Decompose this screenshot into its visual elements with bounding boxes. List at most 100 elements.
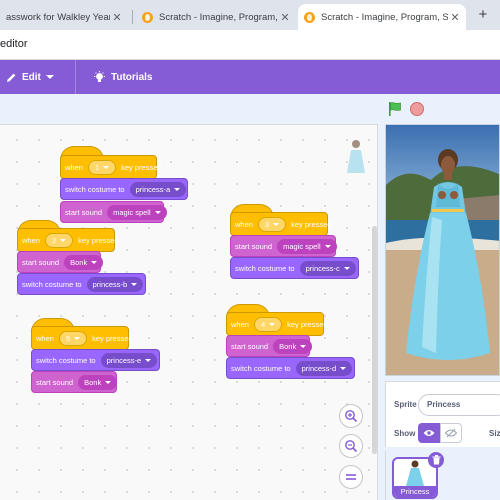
stage-canvas[interactable]: [385, 124, 500, 376]
sprite-card-name: Princess: [394, 486, 436, 497]
start-sound-block[interactable]: start sound magic spell: [60, 201, 167, 223]
when-key-pressed-block[interactable]: when 5 key pressed: [31, 326, 133, 350]
code-area-scrollbar[interactable]: [372, 226, 377, 454]
browser-tab-3-active[interactable]: Scratch - Imagine, Program, Sh ✕: [298, 4, 466, 30]
when-key-pressed-block[interactable]: when 1 key pressed: [60, 155, 162, 179]
trash-icon: [432, 455, 440, 465]
stage-header: [0, 94, 500, 124]
switch-costume-block[interactable]: switch costume to princess-b: [17, 273, 146, 295]
when-key-pressed-block[interactable]: when 2 key pressed: [17, 228, 119, 252]
sound-dropdown[interactable]: Bonk: [78, 374, 118, 390]
block-label: start sound: [231, 341, 269, 351]
sound-dropdown[interactable]: magic spell: [107, 204, 167, 220]
switch-costume-block[interactable]: switch costume to princess-d: [226, 357, 355, 379]
sprite-label: Sprite: [394, 400, 417, 409]
costume-dropdown[interactable]: princess-d: [295, 360, 353, 376]
key-dropdown[interactable]: 2: [44, 232, 74, 248]
tutorials-menu-label: Tutorials: [111, 71, 153, 83]
when-key-pressed-block[interactable]: when 4 key pressed: [226, 312, 328, 336]
dropdown-caret-icon: [343, 266, 350, 270]
close-tab-icon[interactable]: ✕: [110, 11, 124, 24]
key-dropdown[interactable]: 3: [257, 216, 287, 232]
green-flag-icon[interactable]: [387, 101, 403, 117]
dropdown-caret-icon: [131, 282, 138, 286]
delete-sprite-button[interactable]: [428, 452, 444, 468]
block-label: key pressed: [92, 333, 133, 343]
dropdown-caret-icon: [174, 187, 181, 191]
key-value: 5: [65, 333, 71, 343]
sprite-name-input[interactable]: Princess: [418, 394, 500, 416]
block-label: start sound: [22, 257, 60, 267]
start-sound-block[interactable]: start sound Bonk: [226, 335, 313, 357]
block-label: switch costume to: [235, 263, 295, 273]
costume-dropdown[interactable]: princess-c: [299, 260, 356, 276]
costume-dropdown[interactable]: princess-b: [86, 276, 144, 292]
lightbulb-icon: [94, 70, 105, 82]
dropdown-caret-icon: [91, 260, 98, 264]
key-value: 2: [51, 235, 57, 245]
chevron-down-icon: [45, 75, 54, 79]
start-sound-block[interactable]: start sound magic spell: [230, 235, 337, 257]
key-dropdown[interactable]: 1: [87, 159, 117, 175]
costume-dropdown[interactable]: princess-e: [100, 352, 158, 368]
browser-tab-2[interactable]: Scratch - Imagine, Program, Sh ✕: [136, 4, 296, 30]
zoom-out-icon: [345, 440, 358, 453]
edit-menu[interactable]: Edit: [6, 60, 54, 94]
dropdown-caret-icon: [154, 210, 161, 214]
menu-divider: [75, 60, 76, 94]
costume-dropdown[interactable]: princess-a: [129, 181, 187, 197]
dropdown-caret-icon: [60, 238, 67, 242]
dropdown-caret-icon: [103, 165, 110, 169]
sound-value: Bonk: [70, 257, 88, 267]
switch-costume-block[interactable]: switch costume to princess-c: [230, 257, 359, 279]
zoom-in-button[interactable]: [339, 404, 363, 428]
stop-icon[interactable]: [410, 102, 424, 116]
block-label: switch costume to: [36, 355, 96, 365]
show-label: Show: [394, 429, 416, 438]
costume-value: princess-c: [305, 263, 340, 273]
scratch-menu-bar: Edit Tutorials: [0, 60, 500, 94]
sound-dropdown[interactable]: Bonk: [273, 338, 313, 354]
start-sound-block[interactable]: start sound Bonk: [31, 371, 118, 393]
new-tab-icon[interactable]: +: [474, 6, 492, 24]
block-label: key pressed: [78, 235, 119, 245]
sound-dropdown[interactable]: Bonk: [64, 254, 104, 270]
when-key-pressed-block[interactable]: when 3 key pressed: [230, 212, 332, 236]
address-bar[interactable]: editor: [0, 30, 500, 60]
sound-dropdown[interactable]: magic spell: [277, 238, 337, 254]
stage-backdrop-beach: [386, 125, 499, 375]
pencil-icon: [7, 73, 16, 82]
equals-icon: [346, 474, 356, 480]
block-label: key pressed: [291, 219, 332, 229]
block-label: start sound: [36, 377, 74, 387]
block-label: when: [22, 235, 40, 245]
key-dropdown[interactable]: 4: [253, 316, 283, 332]
hide-sprite-button[interactable]: [440, 423, 462, 443]
scratch-favicon-icon: [142, 11, 153, 23]
dropdown-caret-icon: [145, 358, 152, 362]
dropdown-caret-icon: [324, 244, 331, 248]
zoom-reset-button[interactable]: [339, 465, 363, 489]
dropdown-caret-icon: [340, 366, 347, 370]
edit-menu-label: Edit: [22, 71, 41, 83]
sprite-info-pane: Sprite Princess Show Siz: [385, 381, 500, 447]
costume-value: princess-b: [92, 279, 128, 289]
switch-costume-block[interactable]: switch costume to princess-e: [31, 349, 160, 371]
zoom-out-button[interactable]: [339, 434, 363, 458]
browser-tab-strip: asswork for Walkley Year 3 (2 ✕ Scratch …: [0, 0, 500, 30]
start-sound-block[interactable]: start sound Bonk: [17, 251, 104, 273]
key-dropdown[interactable]: 5: [58, 330, 88, 346]
close-tab-icon[interactable]: ✕: [448, 11, 462, 24]
block-label: key pressed: [287, 319, 328, 329]
show-sprite-button[interactable]: [418, 423, 440, 443]
tab-title: Scratch - Imagine, Program, Sh: [159, 11, 278, 23]
block-label: when: [235, 219, 253, 229]
size-label: Siz: [489, 429, 500, 438]
close-tab-icon[interactable]: ✕: [278, 11, 292, 24]
dropdown-caret-icon: [273, 222, 280, 226]
key-value: 1: [94, 162, 100, 172]
switch-costume-block[interactable]: switch costume to princess-a: [60, 178, 188, 200]
dropdown-caret-icon: [300, 344, 307, 348]
browser-tab-1[interactable]: asswork for Walkley Year 3 (2 ✕: [0, 4, 128, 30]
tutorials-menu[interactable]: Tutorials: [93, 60, 152, 94]
